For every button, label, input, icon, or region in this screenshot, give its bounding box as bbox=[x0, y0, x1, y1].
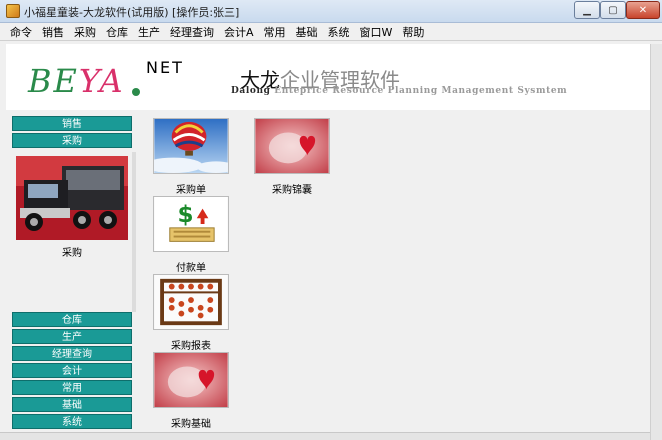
nav-accounting-button[interactable]: 会计 bbox=[12, 363, 132, 378]
menu-basic[interactable]: 基础 bbox=[292, 24, 324, 40]
app-icon bbox=[6, 4, 20, 18]
minimize-icon: ▁ bbox=[583, 4, 591, 16]
abacus-icon bbox=[153, 274, 229, 330]
menu-command[interactable]: 命令 bbox=[6, 24, 38, 40]
nav-system-button[interactable]: 系统 bbox=[12, 414, 132, 429]
logo-be: BE bbox=[28, 62, 79, 100]
title-bar: 小福星童装-大龙软件(试用版) [操作员:张三] ▁ ▢ ✕ bbox=[0, 0, 662, 23]
tile-label: 采购单 bbox=[176, 185, 206, 196]
svg-text:$: $ bbox=[178, 202, 194, 228]
money-icon: $ bbox=[153, 196, 229, 252]
tile-payment-order[interactable]: $ 付款单 bbox=[151, 196, 231, 274]
menu-production[interactable]: 生产 bbox=[134, 24, 166, 40]
menu-help[interactable]: 帮助 bbox=[398, 24, 430, 40]
tile-label: 采购报表 bbox=[171, 341, 211, 352]
banner: BEYA NET 大龙企业管理软件 Dalong Enteprice Resou… bbox=[6, 44, 652, 110]
logo-ya: YA bbox=[78, 62, 125, 100]
menu-purchase[interactable]: 采购 bbox=[70, 24, 102, 40]
heart-icon bbox=[153, 352, 229, 408]
brand-subtitle-rest: Enteprice Resource Planning Management S… bbox=[270, 86, 568, 96]
nav-warehouse-button[interactable]: 仓库 bbox=[12, 312, 132, 327]
heart-icon bbox=[254, 118, 330, 174]
menu-bar: 命令 销售 采购 仓库 生产 经理查询 会计A 常用 基础 系统 窗口W 帮助 bbox=[0, 23, 662, 41]
menu-common[interactable]: 常用 bbox=[260, 24, 292, 40]
maximize-icon: ▢ bbox=[608, 4, 618, 16]
nav-basic-button[interactable]: 基础 bbox=[12, 397, 132, 412]
nav-panel-scrollbar[interactable] bbox=[132, 152, 136, 312]
logo-dot-icon bbox=[132, 88, 140, 96]
nav-sales-button[interactable]: 销售 bbox=[12, 116, 132, 131]
close-button[interactable]: ✕ bbox=[626, 1, 660, 19]
tile-purchase-report[interactable]: 采购报表 bbox=[151, 274, 231, 352]
tile-purchase-order[interactable]: 采购单 bbox=[144, 118, 236, 196]
nav-purchase-button[interactable]: 采购 bbox=[12, 133, 132, 148]
brand-subtitle-first: Dalong bbox=[231, 86, 271, 96]
nav-production-button[interactable]: 生产 bbox=[12, 329, 132, 344]
menu-system[interactable]: 系统 bbox=[324, 24, 356, 40]
menu-sales[interactable]: 销售 bbox=[38, 24, 70, 40]
tile-purchase-basic[interactable]: 采购基础 bbox=[151, 352, 231, 430]
tile-label: 付款单 bbox=[176, 263, 206, 274]
menu-manager-query[interactable]: 经理查询 bbox=[166, 24, 220, 40]
window-title: 小福星童装-大龙软件(试用版) [操作员:张三] bbox=[24, 6, 240, 19]
brand-subtitle: Dalong Enteprice Resource Planning Manag… bbox=[231, 86, 567, 96]
logo-net: NET bbox=[146, 58, 184, 77]
status-bar bbox=[0, 432, 650, 440]
tile-label: 采购基础 bbox=[171, 419, 211, 430]
tile-purchase-tips[interactable]: 采购锦囊 bbox=[252, 118, 332, 196]
nav-panel-caption: 采购 bbox=[62, 248, 82, 259]
nav-panel-purchase: 采购 bbox=[12, 152, 132, 312]
nav-common-button[interactable]: 常用 bbox=[12, 380, 132, 395]
nav-manager-query-button[interactable]: 经理查询 bbox=[12, 346, 132, 361]
maximize-button[interactable]: ▢ bbox=[600, 1, 626, 19]
close-icon: ✕ bbox=[638, 4, 648, 16]
left-nav: 销售 采购 采购 仓库 生产 经理查询 会计 常用 基础 系统 bbox=[12, 116, 136, 432]
beya-logo: BEYA bbox=[28, 62, 125, 100]
menu-warehouse[interactable]: 仓库 bbox=[102, 24, 134, 40]
truck-icon[interactable] bbox=[16, 156, 128, 240]
minimize-button[interactable]: ▁ bbox=[574, 1, 600, 19]
tile-label: 采购锦囊 bbox=[272, 185, 312, 196]
main-scrollbar[interactable] bbox=[650, 44, 662, 440]
balloon-icon bbox=[144, 118, 236, 174]
menu-window[interactable]: 窗口W bbox=[356, 24, 399, 40]
menu-accounting[interactable]: 会计A bbox=[220, 24, 260, 40]
